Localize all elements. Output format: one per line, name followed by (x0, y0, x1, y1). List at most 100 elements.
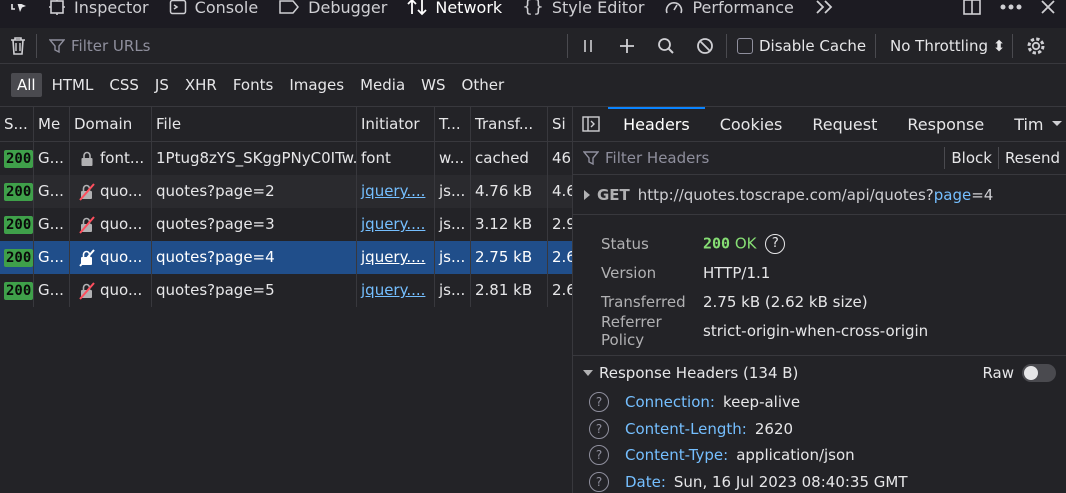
block-button[interactable]: Block (944, 147, 998, 169)
summary-status: Status 200 OK ? (573, 229, 1066, 258)
table-row[interactable]: 200 G... font... 1Ptug8zYS_SKggPNyC0ITw.… (0, 142, 572, 175)
tab-timings[interactable]: Tim (999, 107, 1047, 142)
filter-other[interactable]: Other (456, 73, 511, 97)
cell-method: G... (34, 274, 70, 307)
request-param-rest: =4 (971, 185, 994, 204)
table-row[interactable]: 200 G... quo... quotes?page=5 jquery....… (0, 274, 572, 307)
cell-size: 4.6 (552, 182, 572, 200)
cell-status: 200 (0, 142, 34, 175)
more-options-icon[interactable] (1000, 3, 1022, 11)
request-type-filters: All HTML CSS JS XHR Fonts Images Media W… (0, 64, 1066, 107)
tab-request[interactable]: Request (797, 107, 892, 142)
status-code: 200 (703, 234, 731, 252)
cell-transferred: cached (471, 142, 548, 175)
column-file[interactable]: File (152, 107, 357, 142)
trash-icon (11, 36, 25, 55)
domain-text: quo... (100, 281, 143, 299)
raw-label: Raw (982, 363, 1014, 382)
cell-status: 200 (0, 208, 34, 241)
help-icon[interactable]: ? (765, 233, 786, 254)
column-size[interactable]: Si (548, 107, 572, 142)
more-tools-button[interactable] (804, 0, 852, 21)
cell-method: G... (34, 241, 70, 274)
status-badge: 200 (4, 215, 33, 234)
sidebar-toggle-icon (581, 116, 600, 132)
pause-button[interactable] (568, 28, 608, 64)
filter-media[interactable]: Media (354, 73, 411, 97)
tab-headers[interactable]: Headers (608, 107, 705, 142)
tab-inspector[interactable]: Inspector (38, 0, 159, 21)
resend-button[interactable]: Resend (997, 147, 1066, 169)
help-icon[interactable]: ? (589, 445, 609, 466)
filter-images[interactable]: Images (283, 73, 350, 97)
cell-status: 200 (0, 274, 34, 307)
filter-css[interactable]: CSS (103, 73, 145, 97)
network-settings-button[interactable] (1013, 28, 1059, 64)
performance-icon (666, 2, 683, 14)
filter-all[interactable]: All (11, 73, 42, 97)
filter-urls-input[interactable] (69, 35, 549, 56)
filter-ws[interactable]: WS (415, 73, 451, 97)
filter-fonts[interactable]: Fonts (227, 73, 279, 97)
header-name: Content-Type: (625, 446, 729, 465)
tab-network[interactable]: Network (397, 0, 512, 21)
help-icon[interactable]: ? (589, 392, 609, 413)
initiator-link[interactable]: jquery.... (361, 175, 425, 208)
response-headers-section[interactable]: Response Headers (134 B) Raw (573, 355, 1066, 389)
column-transferred[interactable]: Transf... (471, 107, 548, 142)
column-domain[interactable]: Domain (70, 107, 152, 142)
summary-key: Status (601, 234, 649, 253)
response-header-row: ? Connection: keep-alive (573, 389, 1066, 416)
initiator-link[interactable]: jquery.... (361, 208, 425, 241)
initiator-link[interactable]: jquery.... (361, 241, 425, 274)
column-status[interactable]: S... (0, 107, 34, 142)
status-badge: 200 (4, 149, 33, 168)
raw-toggle[interactable] (1022, 363, 1056, 382)
tab-label: Performance (692, 0, 794, 17)
plus-icon (620, 38, 634, 53)
element-picker-button[interactable] (0, 0, 38, 28)
cell-type: js... (435, 241, 471, 274)
request-url-line[interactable]: GET http://quotes.toscrape.com/api/quote… (573, 175, 1066, 215)
add-request-button[interactable] (608, 28, 646, 64)
clear-button[interactable] (0, 28, 36, 64)
table-row[interactable]: 200 G... quo... quotes?page=3 jquery....… (0, 208, 572, 241)
cell-size: 46 (552, 149, 572, 167)
initiator-link[interactable]: jquery.... (361, 274, 425, 307)
filter-icon (49, 38, 65, 53)
expand-triangle-icon (584, 189, 590, 200)
tab-debugger[interactable]: Debugger (268, 0, 397, 21)
table-row-selected[interactable]: 200 G... quo... quotes?page=4 jquery....… (0, 241, 572, 274)
search-button[interactable] (646, 28, 686, 64)
tab-performance[interactable]: Performance (654, 0, 803, 21)
disable-cache-checkbox[interactable]: Disable Cache (737, 37, 875, 55)
checkbox-box[interactable] (737, 37, 753, 54)
filter-js[interactable]: JS (149, 73, 175, 97)
tab-cookies[interactable]: Cookies (705, 107, 798, 142)
tabs-overflow-button[interactable] (1048, 107, 1066, 142)
help-icon[interactable]: ? (589, 471, 609, 492)
column-initiator[interactable]: Initiator (357, 107, 435, 142)
block-urls-button[interactable] (686, 28, 724, 64)
column-type[interactable]: T... (435, 107, 471, 142)
filter-headers-input[interactable]: Filter Headers (605, 149, 944, 167)
status-text: OK (734, 234, 757, 252)
tab-style-editor[interactable]: {} Style Editor (512, 0, 654, 21)
table-row[interactable]: 200 G... quo... quotes?page=2 jquery....… (0, 175, 572, 208)
filter-html[interactable]: HTML (46, 73, 100, 97)
filter-xhr[interactable]: XHR (179, 73, 223, 97)
dock-side-icon[interactable] (962, 0, 982, 16)
cell-transferred: 2.75 kB (471, 241, 548, 274)
response-header-row: ? Content-Length: 2620 (573, 416, 1066, 443)
close-icon[interactable] (1040, 0, 1056, 15)
tab-response[interactable]: Response (892, 107, 999, 142)
summary-value: 2.75 kB (2.62 kB size) (703, 292, 868, 311)
column-method[interactable]: Me (34, 107, 70, 142)
summary-value: strict-origin-when-cross-origin (703, 321, 929, 340)
cell-initiator: jquery.... (357, 274, 435, 307)
throttling-select[interactable]: No Throttling ⬍ (890, 37, 1012, 55)
tab-console[interactable]: Console (159, 0, 269, 21)
toggle-sidebar-button[interactable] (573, 107, 608, 142)
help-icon[interactable]: ? (589, 418, 609, 439)
